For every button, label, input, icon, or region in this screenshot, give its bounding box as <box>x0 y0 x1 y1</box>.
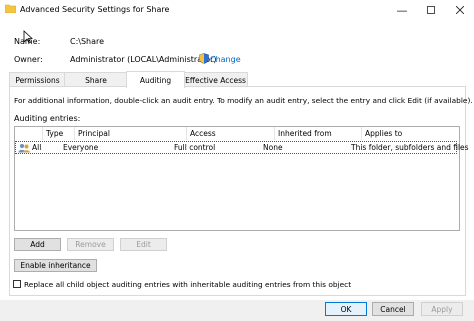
auditing-entries-list[interactable]: Type Principal Access Inherited from App… <box>14 126 469 231</box>
name-value: C:\Share <box>70 37 105 46</box>
instructions-text: For additional information, double-click… <box>14 96 473 105</box>
column-spacer <box>15 127 43 140</box>
close-button[interactable] <box>445 0 474 20</box>
tab-auditing[interactable]: Auditing <box>126 71 185 88</box>
add-button[interactable]: Add <box>14 238 61 251</box>
title-bar[interactable]: Advanced Security Settings for Share — <box>0 0 474 20</box>
row-inherited-from: None <box>263 143 283 152</box>
tab-permissions[interactable]: Permissions <box>9 72 66 87</box>
row-principal: Everyone <box>63 143 99 152</box>
shield-icon <box>199 53 209 64</box>
name-label: Name: <box>14 37 41 46</box>
cancel-button[interactable]: Cancel <box>372 302 414 316</box>
row-applies-to: This folder, subfolders and files <box>351 143 469 152</box>
row-type: All <box>32 143 42 152</box>
auditing-entries-label: Auditing entries: <box>14 114 81 123</box>
table-row[interactable]: All Everyone Full control None This fold… <box>15 141 469 154</box>
column-header-access[interactable]: Access <box>187 127 275 140</box>
ok-button[interactable]: OK <box>325 302 367 316</box>
tab-share[interactable]: Share <box>64 72 128 87</box>
change-owner-link[interactable]: Change <box>210 55 241 64</box>
minimize-icon: — <box>396 3 408 17</box>
column-header-inherited-from[interactable]: Inherited from <box>275 127 362 140</box>
edit-button[interactable]: Edit <box>120 238 167 251</box>
row-access: Full control <box>174 143 216 152</box>
owner-label: Owner: <box>14 55 43 64</box>
close-icon <box>456 6 464 14</box>
replace-entries-label[interactable]: Replace all child object auditing entrie… <box>24 280 351 289</box>
window-title: Advanced Security Settings for Share <box>20 5 170 14</box>
folder-icon <box>5 4 16 13</box>
column-header-type[interactable]: Type <box>43 127 75 140</box>
owner-value: Administrator (LOCAL\Administrator) <box>70 55 217 64</box>
replace-entries-checkbox[interactable] <box>13 280 21 288</box>
enable-inheritance-button[interactable]: Enable inheritance <box>14 259 97 272</box>
column-header-applies-to[interactable]: Applies to <box>362 127 457 140</box>
minimize-button[interactable]: — <box>387 0 417 20</box>
users-icon <box>18 144 30 153</box>
maximize-icon <box>427 6 435 14</box>
apply-button[interactable]: Apply <box>421 302 463 316</box>
remove-button[interactable]: Remove <box>67 238 114 251</box>
maximize-button[interactable] <box>416 0 446 20</box>
tab-effective-access[interactable]: Effective Access <box>183 72 248 87</box>
column-header-principal[interactable]: Principal <box>75 127 187 140</box>
